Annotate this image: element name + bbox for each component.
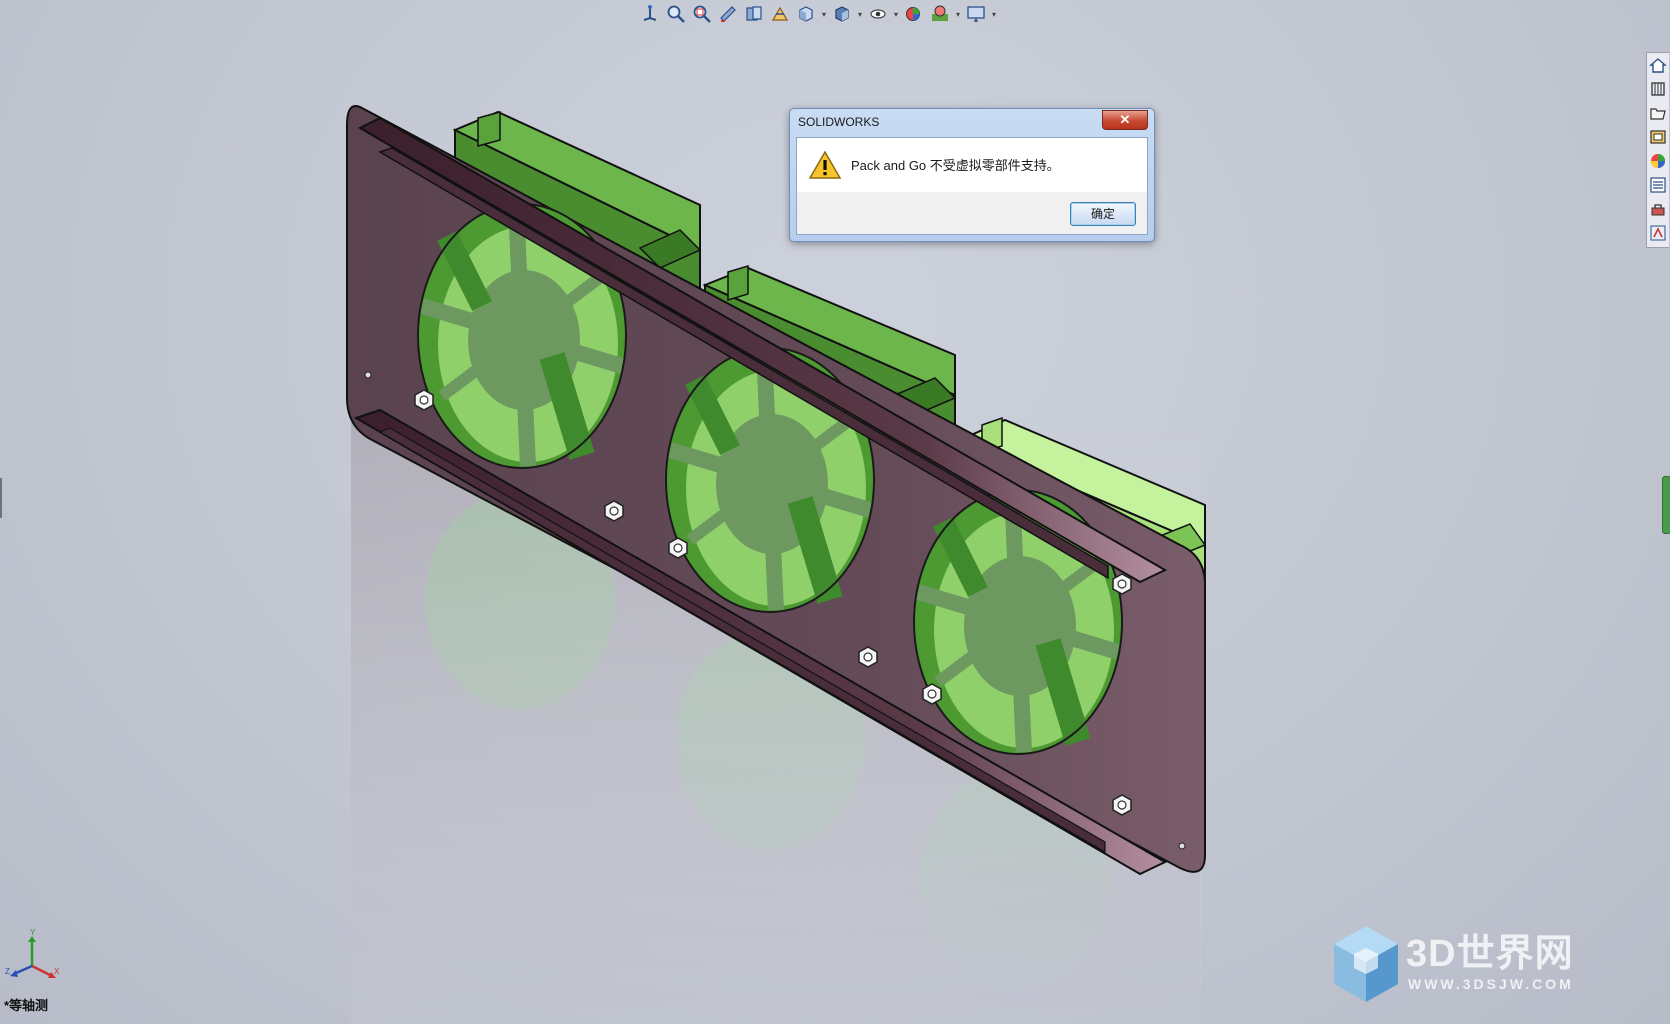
dialog-content: Pack and Go 不受虚拟零部件支持。 — [797, 138, 1147, 192]
view-settings-icon[interactable] — [964, 3, 988, 25]
heads-up-view-toolbar: ▾ ▾ ▾ ▾ ▾ — [638, 2, 998, 26]
display-style-icon[interactable] — [830, 3, 854, 25]
view-settings-dropdown[interactable]: ▾ — [990, 3, 998, 25]
toolbox-icon[interactable] — [1648, 199, 1668, 219]
view-name-label: *等轴测 — [4, 998, 49, 1013]
apply-scene-icon[interactable] — [928, 3, 952, 25]
dialog-titlebar[interactable]: SOLIDWORKS ✕ — [790, 109, 1154, 137]
custom-properties-icon[interactable] — [1648, 175, 1668, 195]
dynamic-annotation-icon[interactable] — [768, 3, 792, 25]
view-orientation-cube-icon[interactable] — [794, 3, 818, 25]
section-view-icon[interactable] — [742, 3, 766, 25]
watermark-url: WWW.3DSJW.COM — [1408, 976, 1574, 992]
hide-show-dropdown[interactable]: ▾ — [892, 3, 900, 25]
watermark-name: 3D世界网 — [1406, 933, 1574, 975]
watermark: 3D世界网 WWW.3DSJW.COM — [1330, 922, 1660, 1012]
hide-show-items-icon[interactable] — [866, 3, 890, 25]
ok-button[interactable]: 确定 — [1070, 202, 1136, 226]
warning-icon — [809, 150, 841, 179]
close-button[interactable]: ✕ — [1102, 110, 1148, 130]
home-icon[interactable] — [1648, 55, 1668, 75]
scroll-indicator[interactable] — [1662, 476, 1670, 534]
message-dialog: SOLIDWORKS ✕ Pack and Go 不受虚拟零部件支持。 确定 — [789, 108, 1155, 242]
zoom-to-area-icon[interactable] — [690, 3, 714, 25]
coordinate-triad: Y X Z — [5, 928, 60, 978]
triad-x-label: X — [54, 967, 60, 976]
dialog-body: Pack and Go 不受虚拟零部件支持。 确定 — [796, 137, 1148, 235]
cube-logo-icon — [1334, 926, 1398, 1002]
forum-icon[interactable] — [1648, 223, 1668, 243]
triad-y-label: Y — [30, 928, 36, 937]
view-orientation-dropdown[interactable]: ▾ — [820, 3, 828, 25]
dialog-title: SOLIDWORKS — [798, 115, 880, 129]
file-explorer-icon[interactable] — [1648, 103, 1668, 123]
appearances-icon[interactable] — [1648, 151, 1668, 171]
previous-view-icon[interactable] — [716, 3, 740, 25]
display-style-dropdown[interactable]: ▾ — [856, 3, 864, 25]
view-palette-icon[interactable] — [1648, 127, 1668, 147]
edit-appearance-icon[interactable] — [902, 3, 926, 25]
task-pane-tabs — [1646, 52, 1669, 248]
apply-scene-dropdown[interactable]: ▾ — [954, 3, 962, 25]
zoom-to-fit-icon[interactable] — [664, 3, 688, 25]
left-edge-handle[interactable] — [0, 478, 2, 518]
dialog-message: Pack and Go 不受虚拟零部件支持。 — [851, 158, 1060, 173]
view-orientation-icon[interactable] — [638, 3, 662, 25]
triad-z-label: Z — [5, 967, 10, 976]
design-library-icon[interactable] — [1648, 79, 1668, 99]
